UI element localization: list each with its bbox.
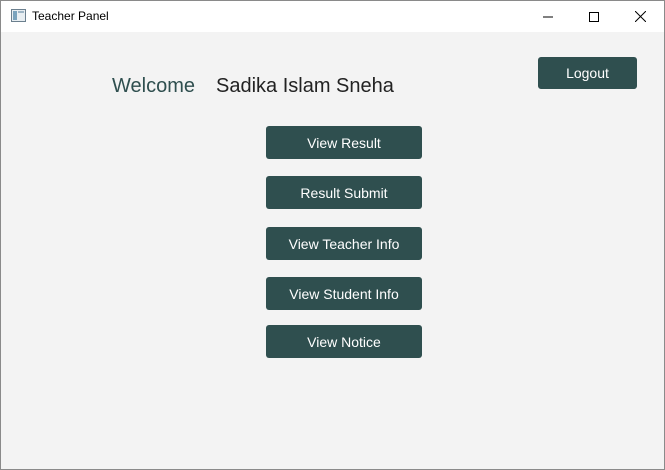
minimize-icon <box>543 16 553 17</box>
view-result-button[interactable]: View Result <box>266 126 422 159</box>
user-name: Sadika Islam Sneha <box>216 75 394 97</box>
view-teacher-info-button[interactable]: View Teacher Info <box>266 227 422 260</box>
app-window-icon <box>11 9 26 22</box>
close-icon <box>634 11 646 22</box>
view-notice-button[interactable]: View Notice <box>266 325 422 358</box>
close-button[interactable] <box>617 1 663 32</box>
maximize-icon <box>589 11 599 22</box>
main-content: Welcome Sadika Islam Sneha Logout View R… <box>1 32 664 469</box>
teacher-panel-window: Teacher Panel Welcome Sadika Islam Sneha… <box>0 0 665 470</box>
view-student-info-button[interactable]: View Student Info <box>266 277 422 310</box>
window-title: Teacher Panel <box>32 9 109 23</box>
result-submit-button[interactable]: Result Submit <box>266 176 422 209</box>
title-bar[interactable]: Teacher Panel <box>1 1 664 32</box>
minimize-button[interactable] <box>525 1 571 32</box>
welcome-label: Welcome <box>112 75 195 97</box>
logout-button[interactable]: Logout <box>538 57 637 89</box>
maximize-button[interactable] <box>571 1 617 32</box>
